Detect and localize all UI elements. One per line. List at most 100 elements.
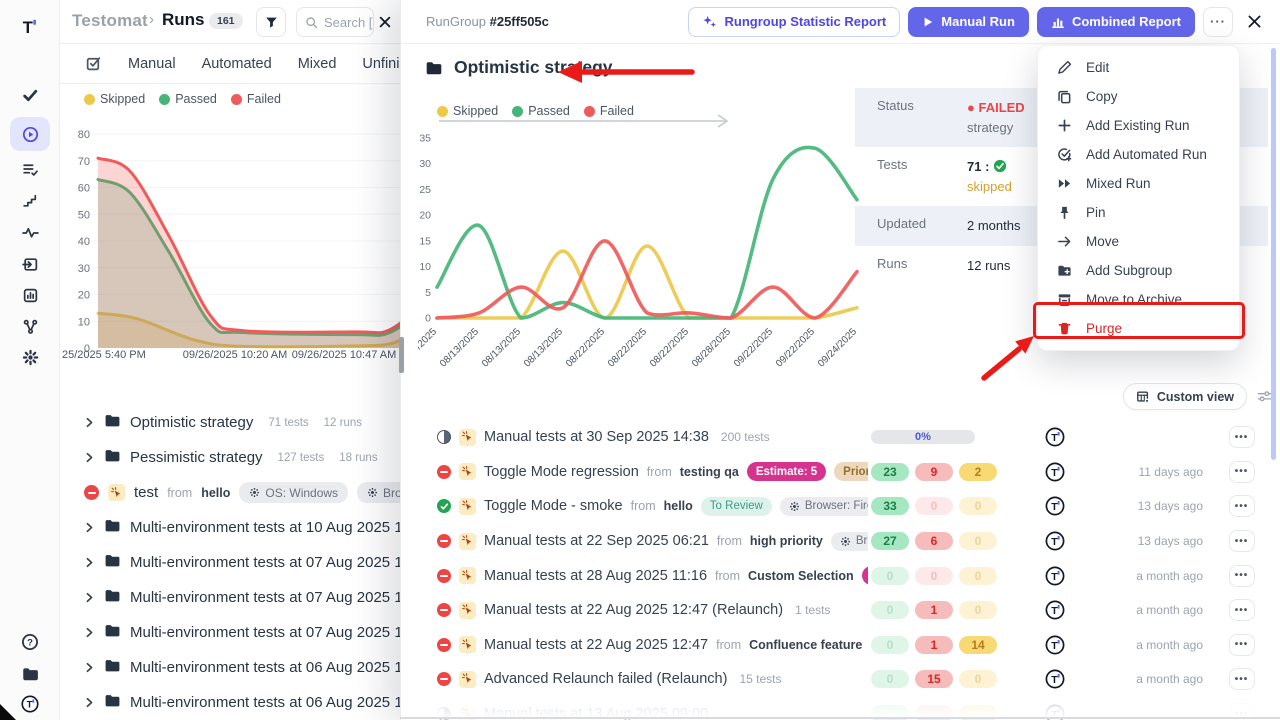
sidebar-help-circle-icon[interactable]: ? <box>10 625 50 659</box>
close-icon[interactable] <box>1241 7 1267 37</box>
run-row[interactable]: Manual tests at 30 Sep 2025 14:38200 tes… <box>400 420 1280 455</box>
tab-mixed[interactable]: Mixed <box>298 56 337 72</box>
sidebar-tests-check-icon[interactable] <box>10 78 50 112</box>
search-clear-icon[interactable] <box>372 7 398 37</box>
sidebar-pulse-icon[interactable] <box>10 215 50 249</box>
tree-item-label[interactable]: Multi-environment tests at 07 Aug 2025 1… <box>130 624 401 641</box>
menu-item-mixed-run[interactable]: Mixed Run <box>1038 169 1239 198</box>
menu-item-move[interactable]: Move <box>1038 227 1239 256</box>
chevron-right-icon[interactable] <box>84 627 95 638</box>
run-row[interactable]: Toggle Mode regressionfromtesting qaEsti… <box>400 455 1280 490</box>
sidebar-branches-icon[interactable] <box>10 309 50 343</box>
run-from-name[interactable]: high priority <box>750 534 823 548</box>
run-title[interactable]: Manual tests at 22 Aug 2025 12:47 <box>484 637 708 653</box>
combined-report-button[interactable]: Combined Report <box>1037 7 1195 37</box>
run-title[interactable]: Toggle Mode regression <box>484 464 639 480</box>
svg-text:10: 10 <box>78 316 90 328</box>
tree-item-label[interactable]: Multi-environment tests at 07 Aug 2025 1… <box>130 554 401 571</box>
tab-automated[interactable]: Automated <box>202 56 272 72</box>
run-row[interactable]: Manual tests at 22 Sep 2025 06:21fromhig… <box>400 524 1280 559</box>
menu-item-edit[interactable]: Edit <box>1038 53 1239 82</box>
tree-item-label[interactable]: Pessimistic strategy <box>130 449 263 466</box>
run-title[interactable]: Manual tests at 28 Aug 2025 11:16 <box>484 568 707 584</box>
view-sliders-icon[interactable] <box>1257 389 1272 404</box>
search-input[interactable]: Search [ <box>296 7 374 37</box>
tree-row[interactable]: Multi-environment tests at 06 Aug 2025 1… <box>60 685 401 720</box>
chevron-right-icon[interactable] <box>84 452 95 463</box>
row-dots-button[interactable]: ••• <box>1229 461 1255 483</box>
run-title[interactable]: Manual tests at 22 Aug 2025 12:47 (Relau… <box>484 602 783 618</box>
chevron-right-icon[interactable] <box>84 592 95 603</box>
row-dots-button[interactable]: ••• <box>1229 495 1255 517</box>
run-from-name[interactable]: Confluence feature <box>749 638 862 652</box>
background-scrollbar-thumb[interactable] <box>399 337 404 373</box>
breadcrumb-runs[interactable]: Runs <box>162 10 205 30</box>
run-from-name[interactable]: hello <box>201 486 230 500</box>
svg-text:10: 10 <box>419 261 431 273</box>
tree-row[interactable]: testfromhelloOS: WindowsBrowser: Chrome <box>60 475 401 510</box>
sidebar-steps-icon[interactable] <box>10 183 50 217</box>
tree-row[interactable]: Multi-environment tests at 07 Aug 2025 1… <box>60 580 401 615</box>
menu-item-copy[interactable]: Copy <box>1038 82 1239 111</box>
run-row[interactable]: Toggle Mode - smokefromhelloTo ReviewBro… <box>400 489 1280 524</box>
panel-scrollbar-thumb[interactable] <box>1271 48 1276 460</box>
chevron-right-icon[interactable] <box>84 662 95 673</box>
run-title[interactable]: Manual tests at 30 Sep 2025 14:38 <box>484 429 709 445</box>
tree-row[interactable]: Optimistic strategy71 tests12 runs <box>60 405 401 440</box>
tree-item-label[interactable]: Multi-environment tests at 06 Aug 2025 1… <box>130 694 401 711</box>
sidebar-settings-gear-icon[interactable] <box>10 340 50 374</box>
run-title[interactable]: Advanced Relaunch failed (Relaunch) <box>484 671 727 687</box>
run-title[interactable]: Manual tests at 22 Sep 2025 06:21 <box>484 533 709 549</box>
menu-item-add-existing-run[interactable]: Add Existing Run <box>1038 111 1239 140</box>
tree-item-label[interactable]: Multi-environment tests at 06 Aug 2025 1… <box>130 659 401 676</box>
rungroup-statistic-report-button[interactable]: Rungroup Statistic Report <box>688 7 900 37</box>
run-from-name[interactable]: hello <box>664 499 693 513</box>
app-logo[interactable]: T <box>10 10 50 44</box>
tree-item-label[interactable]: Multi-environment tests at 07 Aug 2025 1… <box>130 589 401 606</box>
sidebar-docs-folder-icon[interactable] <box>10 657 50 691</box>
tree-row[interactable]: Multi-environment tests at 10 Aug 2025 1… <box>60 510 401 545</box>
tree-row[interactable]: Multi-environment tests at 07 Aug 2025 1… <box>60 615 401 650</box>
run-title[interactable]: Toggle Mode - smoke <box>484 498 623 514</box>
tree-row[interactable]: Multi-environment tests at 06 Aug 2025 1… <box>60 650 401 685</box>
chevron-right-icon[interactable] <box>84 697 95 708</box>
tree-row[interactable]: Multi-environment tests at 07 Aug 2025 1… <box>60 545 401 580</box>
custom-view-button[interactable]: Custom view <box>1123 383 1247 410</box>
chevron-right-icon[interactable] <box>84 522 95 533</box>
row-dots-button[interactable]: ••• <box>1229 634 1255 656</box>
run-row[interactable]: Manual tests at 22 Aug 2025 12:47fromCon… <box>400 628 1280 663</box>
row-dots-button[interactable]: ••• <box>1229 565 1255 587</box>
tab-unfinished[interactable]: Unfinished <box>362 56 400 72</box>
run-row[interactable]: Manual tests at 22 Aug 2025 12:47 (Relau… <box>400 593 1280 628</box>
menu-item-add-subgroup[interactable]: Add Subgroup <box>1038 256 1239 285</box>
row-dots-button[interactable]: ••• <box>1229 599 1255 621</box>
chevron-right-icon[interactable] <box>84 557 95 568</box>
sidebar-analytics-box-icon[interactable] <box>10 278 50 312</box>
sidebar-runs-play-icon[interactable] <box>10 117 50 151</box>
row-dots-button[interactable]: ••• <box>1229 668 1255 690</box>
tab-manual[interactable]: Manual <box>128 56 176 72</box>
run-row[interactable]: Manual tests at 28 Aug 2025 11:16fromCus… <box>400 558 1280 593</box>
row-dots-button[interactable]: ••• <box>1229 530 1255 552</box>
filter-button[interactable] <box>256 7 286 37</box>
run-from-name[interactable]: Custom Selection <box>748 569 854 583</box>
tree-item-label[interactable]: Multi-environment tests at 10 Aug 2025 1… <box>130 519 401 536</box>
chevron-right-icon[interactable] <box>84 417 95 428</box>
sidebar-logo-badge-icon[interactable]: T <box>10 687 50 720</box>
manual-run-button[interactable]: Manual Run <box>908 7 1029 37</box>
sidebar-import-box-icon[interactable] <box>10 247 50 281</box>
svg-text:08/13/2025: 08/13/2025 <box>438 326 481 368</box>
menu-item-pin[interactable]: Pin <box>1038 198 1239 227</box>
tree-row[interactable]: Pessimistic strategy127 tests18 runs <box>60 440 401 475</box>
tab-checklist-icon[interactable] <box>85 55 102 72</box>
menu-item-move-to-archive[interactable]: Move to Archive <box>1038 285 1239 314</box>
sidebar-plans-list-check-icon[interactable] <box>10 152 50 186</box>
tree-item-label[interactable]: test <box>134 484 158 501</box>
menu-item-add-automated-run[interactable]: Add Automated Run <box>1038 140 1239 169</box>
row-dots-button[interactable]: ••• <box>1229 426 1255 448</box>
tree-item-label[interactable]: Optimistic strategy <box>130 414 253 431</box>
menu-item-purge[interactable]: Purge <box>1038 314 1239 343</box>
brand-testomat[interactable]: Testomat <box>72 11 148 31</box>
more-actions-button[interactable]: ··· <box>1203 7 1233 37</box>
run-from-name[interactable]: testing qa <box>680 465 739 479</box>
